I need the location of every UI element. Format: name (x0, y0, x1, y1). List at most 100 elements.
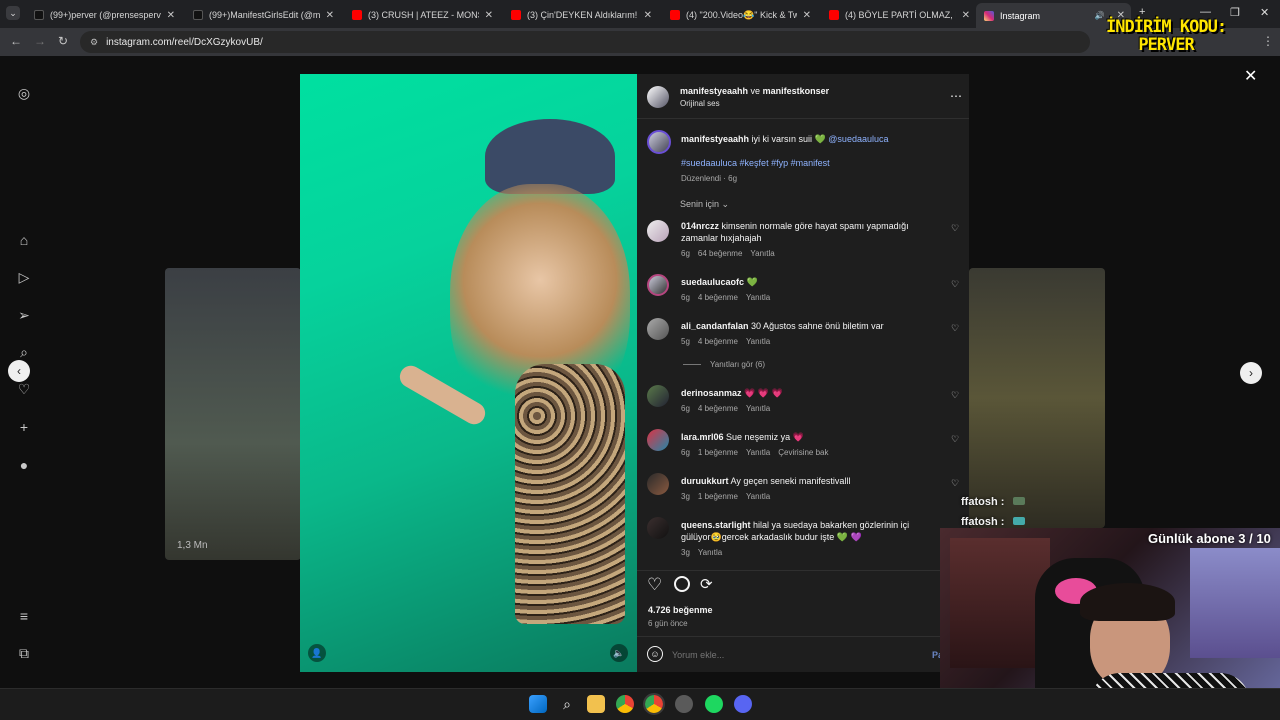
like-comment-icon[interactable]: ♡ (951, 323, 959, 334)
back-icon[interactable]: ← (10, 34, 22, 48)
comment-username[interactable]: duruukkurt (681, 476, 729, 486)
close-icon[interactable]: ✕ (485, 10, 499, 21)
post-owner-avatar[interactable] (647, 86, 669, 108)
tab-5[interactable]: (4) BÖYLE PARTİ OLMAZ, HAVU ✕ (821, 4, 976, 26)
comment-username[interactable]: lara.mrl06 (681, 432, 724, 442)
more-menu-icon[interactable]: ≡ (14, 606, 34, 626)
chat-username: ffatosh : (961, 496, 1005, 508)
discord-icon[interactable] (734, 695, 752, 713)
tab-2[interactable]: (3) CRUSH | ATEEZ - MONSTA X ✕ (344, 4, 499, 26)
reply-button[interactable]: Yanıtla (746, 492, 770, 501)
like-comment-icon[interactable]: ♡ (951, 279, 959, 290)
comment-icon[interactable] (674, 576, 690, 592)
comment-username[interactable]: suedaulucaofc (681, 277, 744, 287)
tab-0[interactable]: (99+)perver (@prensesperver) | ✕ (26, 4, 181, 26)
reply-button[interactable]: Yanıtla (698, 548, 722, 557)
emoji-icon[interactable]: ☺ (647, 646, 663, 662)
comment-likes[interactable]: 64 beğenme (698, 249, 742, 258)
tab-search-icon[interactable]: ⌄ (6, 6, 20, 20)
notifications-heart-icon[interactable]: ♡ (14, 379, 34, 399)
close-icon[interactable]: ✕ (962, 10, 976, 21)
comment-username[interactable]: derinosanmaz (681, 388, 742, 398)
comment-username[interactable]: ali_candanfalan (681, 321, 749, 331)
comment-avatar[interactable] (647, 473, 669, 495)
user-tag-icon[interactable]: 👤 (308, 644, 326, 662)
like-comment-icon[interactable]: ♡ (951, 434, 959, 445)
reply-button[interactable]: Yanıtla (746, 404, 770, 413)
tab-1[interactable]: (99+)ManifestGirlsEdit (@m6nif ✕ (185, 4, 340, 26)
address-bar[interactable]: ⚙ instagram.com/reel/DcXGzykovUB/ (80, 31, 1090, 53)
app-icon[interactable] (675, 695, 693, 713)
file-explorer-icon[interactable] (587, 695, 605, 713)
view-replies-button[interactable]: Yanıtları gör (6) (683, 360, 773, 369)
like-comment-icon[interactable]: ♡ (951, 478, 959, 489)
close-icon[interactable]: ✕ (644, 10, 658, 21)
comment-username[interactable]: queens.starlight (681, 520, 751, 530)
collab-username[interactable]: manifestkonser (763, 86, 830, 96)
caption-mention[interactable]: @suedaauluca (828, 134, 888, 144)
post-owner-username[interactable]: manifestyeaahh (680, 86, 748, 96)
next-post-button[interactable]: › (1240, 362, 1262, 384)
mute-icon[interactable]: 🔈 (610, 644, 628, 662)
translate-button[interactable]: Çevirisine bak (778, 448, 828, 457)
site-info-icon[interactable]: ⚙ (90, 37, 98, 48)
background-reel-card-left[interactable]: 1,3 Mn (165, 268, 301, 560)
comment-likes[interactable]: 4 beğenme (698, 337, 738, 346)
reel-video[interactable]: 👤 🔈 (300, 74, 637, 672)
previous-post-button[interactable]: ‹ (8, 360, 30, 382)
reload-icon[interactable]: ↻ (58, 34, 68, 48)
forward-icon[interactable]: → (34, 34, 46, 48)
search-icon[interactable]: ⌕ (14, 342, 34, 362)
comment-avatar[interactable] (647, 318, 669, 340)
comment-avatar[interactable] (647, 385, 669, 407)
reply-button[interactable]: Yanıtla (746, 337, 770, 346)
apps-icon[interactable]: ⧉ (14, 643, 34, 663)
comment-avatar[interactable] (647, 220, 669, 242)
share-icon[interactable]: ⟳ (700, 575, 713, 593)
reels-icon[interactable]: ▷ (14, 267, 34, 287)
comment-likes[interactable]: 4 beğenme (698, 293, 738, 302)
background-reel-card-right[interactable] (969, 268, 1105, 528)
tab-4[interactable]: (4) "200.Video😂" Kick & Twitc ✕ (662, 4, 817, 26)
search-icon[interactable]: ⌕ (558, 695, 576, 713)
audio-label[interactable]: Orijinal ses (680, 99, 720, 108)
tab-title: (3) Çin'DEYKEN Aldıklarım! Top (527, 10, 638, 20)
sort-comments-dropdown[interactable]: Senin için ⌄ (680, 199, 729, 210)
close-icon[interactable]: ✕ (803, 10, 817, 21)
windows-start-icon[interactable] (529, 695, 547, 713)
window-close-icon[interactable]: ✕ (1260, 6, 1269, 19)
comment-likes[interactable]: 1 beğenme (698, 448, 738, 457)
chrome-icon[interactable] (616, 695, 634, 713)
create-icon[interactable]: + (14, 417, 34, 437)
comment-likes[interactable]: 4 beğenme (698, 404, 738, 413)
close-icon[interactable]: ✕ (326, 10, 340, 21)
comment-avatar[interactable] (647, 517, 669, 539)
like-comment-icon[interactable]: ♡ (951, 390, 959, 401)
maximize-icon[interactable]: ❐ (1230, 6, 1240, 19)
reply-button[interactable]: Yanıtla (750, 249, 774, 258)
profile-icon[interactable]: ● (14, 455, 34, 475)
like-icon[interactable]: ♡ (647, 575, 662, 595)
comment-input[interactable] (672, 647, 912, 663)
likes-count[interactable]: 4.726 beğenme (648, 605, 713, 615)
close-icon[interactable]: ✕ (167, 10, 181, 21)
home-icon[interactable]: ⌂ (14, 230, 34, 250)
instagram-logo-icon[interactable]: ◎ (14, 83, 34, 103)
spotify-icon[interactable] (705, 695, 723, 713)
reply-button[interactable]: Yanıtla (746, 293, 770, 302)
caption-avatar[interactable] (647, 130, 671, 154)
reply-button[interactable]: Yanıtla (746, 448, 770, 457)
comment-likes[interactable]: 1 beğenme (698, 492, 738, 501)
messages-icon[interactable]: ➢ (14, 305, 34, 325)
like-comment-icon[interactable]: ♡ (951, 223, 959, 234)
comment-username[interactable]: 014nrczz (681, 221, 719, 231)
comment-avatar[interactable] (647, 429, 669, 451)
close-modal-icon[interactable]: ✕ (1244, 66, 1257, 86)
more-options-icon[interactable]: ⋯ (950, 89, 962, 103)
caption-username[interactable]: manifestyeaahh (681, 134, 749, 144)
caption-hashtags[interactable]: #suedaauluca #keşfet #fyp #manifest (681, 157, 941, 169)
comment-avatar[interactable] (647, 274, 669, 296)
tab-3[interactable]: (3) Çin'DEYKEN Aldıklarım! Top ✕ (503, 4, 658, 26)
menu-icon[interactable]: ⋮ (1262, 34, 1274, 48)
chrome-active-icon[interactable] (643, 693, 665, 715)
